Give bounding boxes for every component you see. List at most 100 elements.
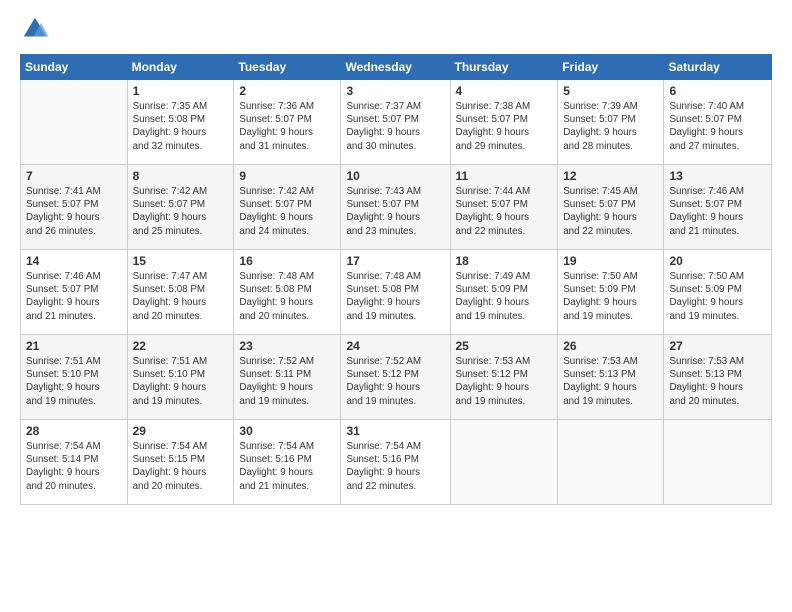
calendar-cell [558,420,664,505]
calendar-cell: 6Sunrise: 7:40 AM Sunset: 5:07 PM Daylig… [664,80,772,165]
day-info: Sunrise: 7:50 AM Sunset: 5:09 PM Dayligh… [669,270,766,323]
calendar-cell: 27 Sunrise: 7:53 AM Sunset: 5:13 PM Dayli… [664,335,772,420]
weekday-header-tuesday: Tuesday [234,55,341,80]
day-info: Sunrise: 7:54 AM Sunset: 5:15 PM Dayligh… [133,440,229,493]
day-number: 26 [563,339,658,353]
day-info: Sunrise: 7:47 AM Sunset: 5:08 PM Dayligh… [133,270,229,323]
calendar-cell: 11 Sunrise: 7:44 AM Sunset: 5:07 PM Dayli… [450,165,558,250]
day-info: Sunrise: 7:51 AM Sunset: 5:10 PM Dayligh… [133,355,229,408]
day-info: Sunrise: 7:38 AM Sunset: 5:07 PM Dayligh… [456,100,553,153]
day-info: Sunrise: 7:53 AM Sunset: 5:12 PM Dayligh… [456,355,553,408]
day-info: Sunrise: 7:37 AM Sunset: 5:07 PM Dayligh… [346,100,444,153]
weekday-header-sunday: Sunday [21,55,128,80]
day-number: 28 [26,424,122,438]
day-number: 7 [26,169,122,183]
day-number: 17 [346,254,444,268]
day-number: 11 [456,169,553,183]
calendar-cell: 8Sunrise: 7:42 AM Sunset: 5:07 PM Daylig… [127,165,234,250]
day-info: Sunrise: 7:42 AM Sunset: 5:07 PM Dayligh… [239,185,335,238]
day-info: Sunrise: 7:45 AM Sunset: 5:07 PM Dayligh… [563,185,658,238]
day-info: Sunrise: 7:44 AM Sunset: 5:07 PM Dayligh… [456,185,553,238]
calendar-cell: 4 Sunrise: 7:38 AM Sunset: 5:07 PM Daylig… [450,80,558,165]
day-info: Sunrise: 7:41 AM Sunset: 5:07 PM Dayligh… [26,185,122,238]
day-number: 21 [26,339,122,353]
day-info: Sunrise: 7:36 AM Sunset: 5:07 PM Dayligh… [239,100,335,153]
calendar-cell: 1 Sunrise: 7:35 AM Sunset: 5:08 PM Daylig… [127,80,234,165]
day-info: Sunrise: 7:52 AM Sunset: 5:11 PM Dayligh… [239,355,335,408]
calendar-cell: 18 Sunrise: 7:49 AM Sunset: 5:09 PM Dayli… [450,250,558,335]
day-number: 2 [239,84,335,98]
day-number: 31 [346,424,444,438]
calendar-cell: 24Sunrise: 7:52 AM Sunset: 5:12 PM Dayli… [341,335,450,420]
calendar-cell: 2 Sunrise: 7:36 AM Sunset: 5:07 PM Daylig… [234,80,341,165]
day-number: 13 [669,169,766,183]
calendar-cell: 21 Sunrise: 7:51 AM Sunset: 5:10 PM Dayli… [21,335,128,420]
calendar-cell [450,420,558,505]
day-info: Sunrise: 7:53 AM Sunset: 5:13 PM Dayligh… [669,355,766,408]
day-info: Sunrise: 7:54 AM Sunset: 5:14 PM Dayligh… [26,440,122,493]
calendar-cell: 12 Sunrise: 7:45 AM Sunset: 5:07 PM Dayli… [558,165,664,250]
weekday-header-wednesday: Wednesday [341,55,450,80]
weekday-header-monday: Monday [127,55,234,80]
calendar-cell: 26 Sunrise: 7:53 AM Sunset: 5:13 PM Dayli… [558,335,664,420]
calendar-cell: 31 Sunrise: 7:54 AM Sunset: 5:16 PM Dayli… [341,420,450,505]
day-number: 1 [133,84,229,98]
calendar-cell: 9 Sunrise: 7:42 AM Sunset: 5:07 PM Daylig… [234,165,341,250]
calendar-cell: 19 Sunrise: 7:50 AM Sunset: 5:09 PM Dayli… [558,250,664,335]
calendar-cell: 7 Sunrise: 7:41 AM Sunset: 5:07 PM Daylig… [21,165,128,250]
day-info: Sunrise: 7:48 AM Sunset: 5:08 PM Dayligh… [346,270,444,323]
day-number: 29 [133,424,229,438]
day-number: 10 [346,169,444,183]
day-info: Sunrise: 7:35 AM Sunset: 5:08 PM Dayligh… [133,100,229,153]
calendar-cell: 15 Sunrise: 7:47 AM Sunset: 5:08 PM Dayli… [127,250,234,335]
day-number: 25 [456,339,553,353]
weekday-header-friday: Friday [558,55,664,80]
day-number: 19 [563,254,658,268]
calendar-week-row: 1 Sunrise: 7:35 AM Sunset: 5:08 PM Daylig… [21,80,772,165]
calendar-cell: 23Sunrise: 7:52 AM Sunset: 5:11 PM Dayli… [234,335,341,420]
day-info: Sunrise: 7:46 AM Sunset: 5:07 PM Dayligh… [26,270,122,323]
day-info: Sunrise: 7:54 AM Sunset: 5:16 PM Dayligh… [346,440,444,493]
calendar-cell: 13 Sunrise: 7:46 AM Sunset: 5:07 PM Dayli… [664,165,772,250]
page-header [20,18,772,44]
day-info: Sunrise: 7:50 AM Sunset: 5:09 PM Dayligh… [563,270,658,323]
day-number: 3 [346,84,444,98]
day-info: Sunrise: 7:51 AM Sunset: 5:10 PM Dayligh… [26,355,122,408]
calendar-week-row: 21 Sunrise: 7:51 AM Sunset: 5:10 PM Dayli… [21,335,772,420]
day-info: Sunrise: 7:49 AM Sunset: 5:09 PM Dayligh… [456,270,553,323]
calendar-cell [21,80,128,165]
calendar-cell: 25 Sunrise: 7:53 AM Sunset: 5:12 PM Dayli… [450,335,558,420]
logo-icon [20,14,50,44]
calendar-page: SundayMondayTuesdayWednesdayThursdayFrid… [0,0,792,612]
calendar-cell: 28 Sunrise: 7:54 AM Sunset: 5:14 PM Dayli… [21,420,128,505]
day-number: 9 [239,169,335,183]
day-number: 15 [133,254,229,268]
day-number: 18 [456,254,553,268]
day-info: Sunrise: 7:42 AM Sunset: 5:07 PM Dayligh… [133,185,229,238]
calendar-body: 1 Sunrise: 7:35 AM Sunset: 5:08 PM Daylig… [21,80,772,505]
day-info: Sunrise: 7:54 AM Sunset: 5:16 PM Dayligh… [239,440,335,493]
calendar-cell: 17 Sunrise: 7:48 AM Sunset: 5:08 PM Dayli… [341,250,450,335]
calendar-header: SundayMondayTuesdayWednesdayThursdayFrid… [21,55,772,80]
day-number: 6 [669,84,766,98]
day-number: 22 [133,339,229,353]
weekday-header-saturday: Saturday [664,55,772,80]
calendar-week-row: 28 Sunrise: 7:54 AM Sunset: 5:14 PM Dayli… [21,420,772,505]
day-info: Sunrise: 7:46 AM Sunset: 5:07 PM Dayligh… [669,185,766,238]
calendar-week-row: 14 Sunrise: 7:46 AM Sunset: 5:07 PM Dayli… [21,250,772,335]
day-number: 12 [563,169,658,183]
day-number: 5 [563,84,658,98]
day-info: Sunrise: 7:48 AM Sunset: 5:08 PM Dayligh… [239,270,335,323]
logo [20,18,52,44]
calendar-cell: 20 Sunrise: 7:50 AM Sunset: 5:09 PM Dayli… [664,250,772,335]
day-number: 14 [26,254,122,268]
day-info: Sunrise: 7:53 AM Sunset: 5:13 PM Dayligh… [563,355,658,408]
day-number: 4 [456,84,553,98]
day-info: Sunrise: 7:43 AM Sunset: 5:07 PM Dayligh… [346,185,444,238]
day-number: 27 [669,339,766,353]
day-info: Sunrise: 7:52 AM Sunset: 5:12 PM Dayligh… [346,355,444,408]
calendar-cell: 22 Sunrise: 7:51 AM Sunset: 5:10 PM Dayli… [127,335,234,420]
day-info: Sunrise: 7:39 AM Sunset: 5:07 PM Dayligh… [563,100,658,153]
day-number: 30 [239,424,335,438]
day-number: 20 [669,254,766,268]
